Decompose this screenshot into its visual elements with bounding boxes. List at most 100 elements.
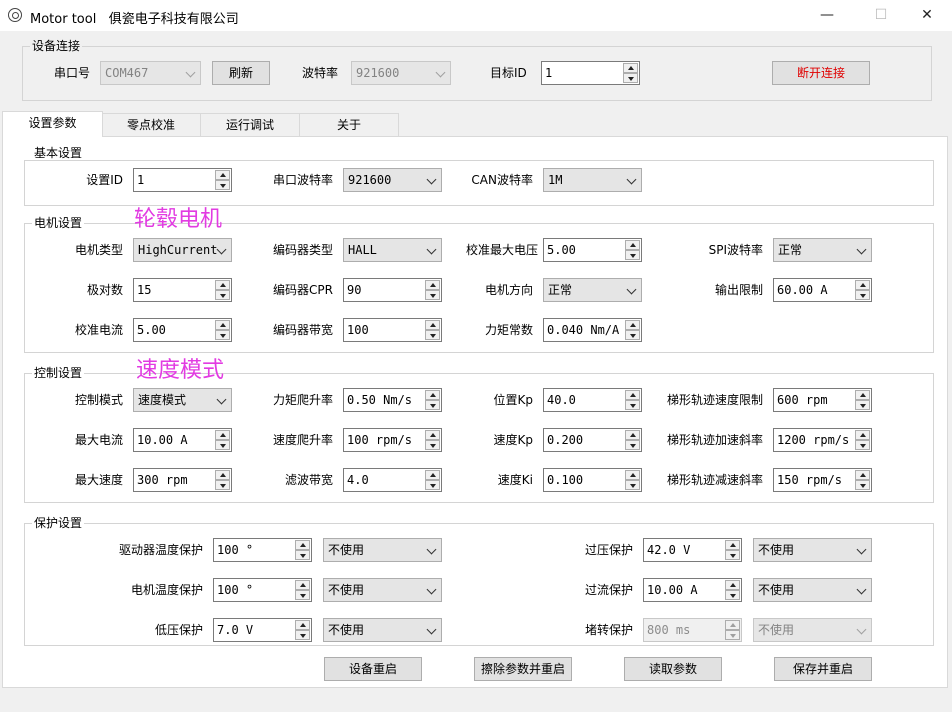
motor-dir-select[interactable]: 正常: [543, 278, 642, 302]
spin-down-icon[interactable]: [425, 290, 440, 300]
undervolt-mode-select[interactable]: 不使用: [323, 618, 442, 642]
motor-type-select[interactable]: HighCurrent: [133, 238, 232, 262]
spin-down-icon[interactable]: [215, 290, 230, 300]
port-select[interactable]: COM467: [100, 61, 201, 85]
save-restart-button[interactable]: 保存并重启: [774, 657, 872, 681]
undervolt-spinbox[interactable]: 7.0 V: [213, 618, 312, 642]
traj-accel-spinbox[interactable]: 1200 rpm/s: [773, 428, 872, 452]
traj-decel-spinbox[interactable]: 150 rpm/s: [773, 468, 872, 492]
filter-bw-spinbox[interactable]: 4.0: [343, 468, 442, 492]
motor-temp-spinbox[interactable]: 100 °: [213, 578, 312, 602]
stall-spinbox[interactable]: 800 ms: [643, 618, 742, 642]
tab-settings[interactable]: 设置参数: [2, 111, 103, 137]
spin-down-icon[interactable]: [215, 480, 230, 490]
overcurrent-spinbox[interactable]: 10.00 A: [643, 578, 742, 602]
close-button[interactable]: ✕: [904, 0, 950, 31]
overcurrent-mode-select[interactable]: 不使用: [753, 578, 872, 602]
tab-run-debug[interactable]: 运行调试: [200, 113, 300, 136]
vel-ki-spinbox[interactable]: 0.100: [543, 468, 642, 492]
minimize-button[interactable]: —: [804, 0, 850, 31]
cal-max-voltage-spinbox[interactable]: 5.00: [543, 238, 642, 262]
output-limit-spinbox[interactable]: 60.00 A: [773, 278, 872, 302]
spin-down-icon[interactable]: [425, 480, 440, 490]
spin-down-icon[interactable]: [725, 630, 740, 640]
spin-down-icon[interactable]: [425, 440, 440, 450]
restart-device-button[interactable]: 设备重启: [324, 657, 422, 681]
spin-down-icon[interactable]: [855, 440, 870, 450]
spin-down-icon[interactable]: [625, 250, 640, 260]
spin-up-icon[interactable]: [725, 580, 740, 590]
tab-zero-calibration[interactable]: 零点校准: [101, 113, 201, 136]
vel-ramp-spinbox[interactable]: 100 rpm/s: [343, 428, 442, 452]
set-id-spinbox[interactable]: 1: [133, 168, 232, 192]
spin-up-icon[interactable]: [725, 540, 740, 550]
spin-down-icon[interactable]: [215, 440, 230, 450]
spin-up-icon[interactable]: [425, 430, 440, 440]
spin-up-icon[interactable]: [215, 280, 230, 290]
spin-down-icon[interactable]: [855, 480, 870, 490]
maximize-button[interactable]: ☐: [858, 0, 904, 31]
overvolt-spinbox[interactable]: 42.0 V: [643, 538, 742, 562]
spin-up-icon[interactable]: [625, 470, 640, 480]
spin-down-icon[interactable]: [725, 550, 740, 560]
spin-up-icon[interactable]: [295, 580, 310, 590]
spin-up-icon[interactable]: [425, 390, 440, 400]
target-id-spinbox[interactable]: 1: [541, 61, 640, 85]
traj-vel-limit-spinbox[interactable]: 600 rpm: [773, 388, 872, 412]
driver-temp-spinbox[interactable]: 100 °: [213, 538, 312, 562]
spin-up-icon[interactable]: [295, 620, 310, 630]
spin-up-icon[interactable]: [425, 320, 440, 330]
spin-up-icon[interactable]: [855, 280, 870, 290]
erase-params-button[interactable]: 擦除参数并重启: [474, 657, 572, 681]
spin-up-icon[interactable]: [855, 470, 870, 480]
spin-down-icon[interactable]: [295, 590, 310, 600]
spin-down-icon[interactable]: [625, 330, 640, 340]
torque-const-spinbox[interactable]: 0.040 Nm/A: [543, 318, 642, 342]
spin-down-icon[interactable]: [215, 180, 230, 190]
torque-ramp-spinbox[interactable]: 0.50 Nm/s: [343, 388, 442, 412]
spin-up-icon[interactable]: [215, 430, 230, 440]
refresh-button[interactable]: 刷新: [212, 61, 270, 85]
spin-up-icon[interactable]: [295, 540, 310, 550]
max-current-spinbox[interactable]: 10.00 A: [133, 428, 232, 452]
stall-mode-select[interactable]: 不使用: [753, 618, 872, 642]
spin-down-icon[interactable]: [623, 73, 638, 83]
spin-up-icon[interactable]: [215, 170, 230, 180]
max-speed-spinbox[interactable]: 300 rpm: [133, 468, 232, 492]
baud-select[interactable]: 921600: [351, 61, 451, 85]
read-params-button[interactable]: 读取参数: [624, 657, 722, 681]
pos-kp-spinbox[interactable]: 40.0: [543, 388, 642, 412]
spin-up-icon[interactable]: [625, 430, 640, 440]
control-mode-select[interactable]: 速度模式: [133, 388, 232, 412]
spi-baud-select[interactable]: 正常: [773, 238, 872, 262]
spin-up-icon[interactable]: [855, 390, 870, 400]
encoder-cpr-spinbox[interactable]: 90: [343, 278, 442, 302]
can-baud-select[interactable]: 1M: [543, 168, 642, 192]
cal-current-spinbox[interactable]: 5.00: [133, 318, 232, 342]
spin-down-icon[interactable]: [425, 330, 440, 340]
spin-up-icon[interactable]: [425, 470, 440, 480]
serial-baud-select[interactable]: 921600: [343, 168, 442, 192]
spin-down-icon[interactable]: [295, 630, 310, 640]
spin-down-icon[interactable]: [215, 330, 230, 340]
spin-up-icon[interactable]: [623, 63, 638, 73]
spin-down-icon[interactable]: [855, 400, 870, 410]
spin-up-icon[interactable]: [425, 280, 440, 290]
vel-kp-spinbox[interactable]: 0.200: [543, 428, 642, 452]
spin-up-icon[interactable]: [625, 390, 640, 400]
spin-down-icon[interactable]: [625, 480, 640, 490]
spin-up-icon[interactable]: [215, 470, 230, 480]
spin-down-icon[interactable]: [625, 400, 640, 410]
spin-up-icon[interactable]: [625, 240, 640, 250]
encoder-type-select[interactable]: HALL: [343, 238, 442, 262]
spin-up-icon[interactable]: [625, 320, 640, 330]
spin-down-icon[interactable]: [425, 400, 440, 410]
spin-up-icon[interactable]: [725, 620, 740, 630]
spin-up-icon[interactable]: [855, 430, 870, 440]
spin-down-icon[interactable]: [295, 550, 310, 560]
overvolt-mode-select[interactable]: 不使用: [753, 538, 872, 562]
disconnect-button[interactable]: 断开连接: [772, 61, 870, 85]
spin-down-icon[interactable]: [625, 440, 640, 450]
spin-down-icon[interactable]: [855, 290, 870, 300]
spin-down-icon[interactable]: [725, 590, 740, 600]
